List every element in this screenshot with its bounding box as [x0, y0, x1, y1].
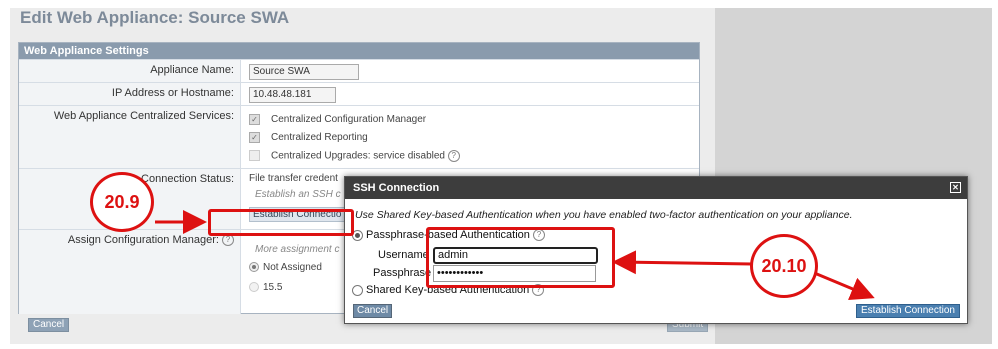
- arrow-to-dialog-establish: [811, 270, 875, 300]
- arrow-to-credentials: [612, 250, 753, 275]
- annotation-arrows: [155, 210, 875, 300]
- step-marker-20-9: 20.9: [90, 172, 154, 232]
- step-marker-20-10: 20.10: [750, 234, 818, 298]
